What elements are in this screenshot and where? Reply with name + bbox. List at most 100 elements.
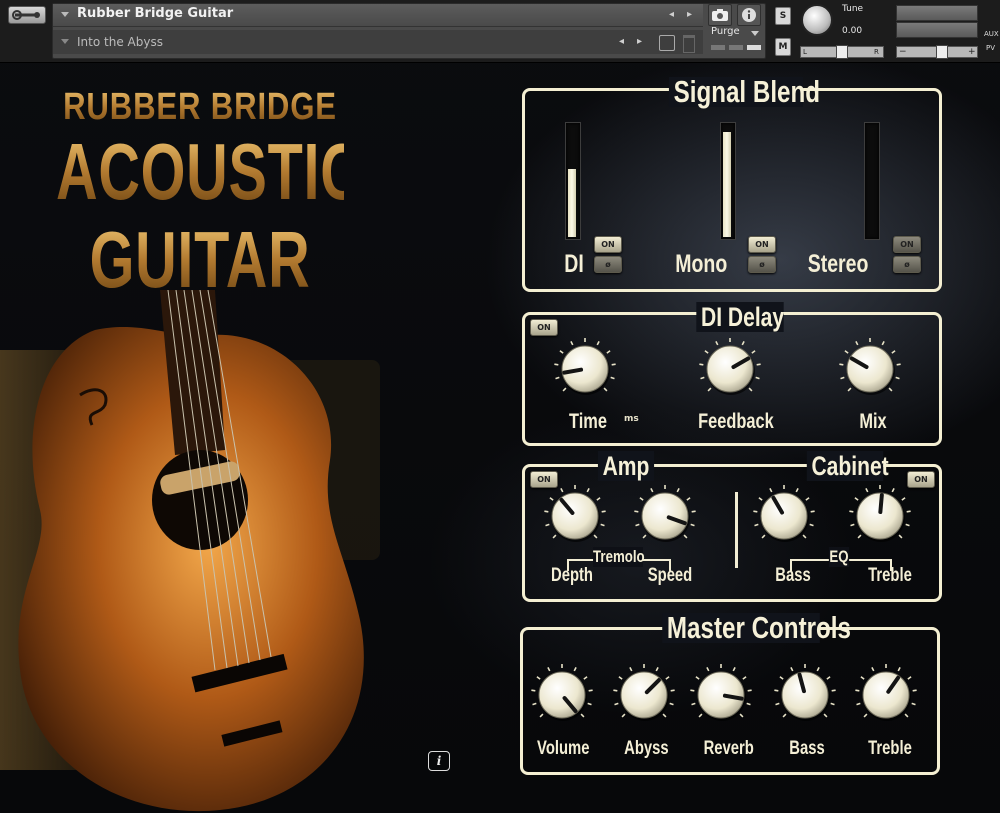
master-reverb-knob[interactable] <box>689 663 753 731</box>
master-volume-knob[interactable] <box>530 663 594 731</box>
knob-graphic <box>774 664 836 721</box>
eq-treble-knob[interactable] <box>848 484 912 552</box>
info-icon[interactable] <box>737 4 761 26</box>
mono-fader-fill <box>723 132 731 237</box>
knob-graphic <box>634 485 696 542</box>
mono-fader[interactable] <box>720 122 736 240</box>
kontakt-header: Rubber Bridge Guitar ◂ ▸ Into the Abyss … <box>0 0 1000 63</box>
prev-instrument-icon[interactable]: ◂ <box>669 9 674 20</box>
pan-left-label: L <box>803 48 807 56</box>
master-treble-label: Treble <box>868 738 912 759</box>
pan-right-label: R <box>874 48 879 56</box>
knob-indicator <box>878 493 884 515</box>
treble-label: Treble <box>868 565 912 586</box>
di-delay-title: DI Delay <box>696 302 784 332</box>
next-preset-icon[interactable]: ▸ <box>637 36 642 47</box>
reverb-label: Reverb <box>703 738 754 759</box>
knob-graphic <box>839 338 901 395</box>
abyss-label: Abyss <box>624 738 669 759</box>
camera-icon[interactable] <box>708 4 732 26</box>
signal-blend-title: Signal Blend <box>668 76 820 107</box>
instrument-name[interactable]: Rubber Bridge Guitar <box>77 6 233 21</box>
tune-label: Tune <box>842 4 864 14</box>
knob-graphic <box>613 664 675 721</box>
purge-meter <box>729 45 743 50</box>
collapse-icon[interactable] <box>61 12 69 17</box>
di-delay-on-button[interactable]: ON <box>530 319 558 336</box>
stereo-fader[interactable] <box>864 122 880 240</box>
feedback-knob[interactable] <box>698 337 762 405</box>
cabinet-title: Cabinet <box>806 451 889 481</box>
knob-graphic <box>699 338 761 395</box>
level-meter-left <box>896 5 978 21</box>
tremolo-speed-knob[interactable] <box>633 484 697 552</box>
di-fader-fill <box>568 169 576 237</box>
tremolo-depth-knob[interactable] <box>543 484 607 552</box>
purge-button[interactable]: Purge <box>711 26 740 37</box>
mute-button[interactable]: M <box>775 38 791 56</box>
amp-title: Amp <box>597 451 655 481</box>
instrument-window: Rubber Bridge Guitar ◂ ▸ Into the Abyss … <box>0 0 1000 813</box>
mix-label: Mix <box>859 410 887 433</box>
knob-graphic <box>554 338 616 395</box>
tremolo-label: Tremolo <box>593 547 645 567</box>
di-on-button[interactable]: ON <box>594 236 622 253</box>
knob-graphic <box>753 485 815 542</box>
di-phase-button[interactable]: ø <box>594 256 622 273</box>
di-label: DI <box>564 250 584 278</box>
stereo-on-button[interactable]: ON <box>893 236 921 253</box>
mix-knob[interactable] <box>838 337 902 405</box>
mono-label: Mono <box>675 250 728 278</box>
volume-handle[interactable] <box>936 45 948 59</box>
preset-name[interactable]: Into the Abyss <box>77 35 163 49</box>
volume-minus-label: − <box>899 47 907 57</box>
knob-graphic <box>544 485 606 542</box>
purge-meter <box>747 45 761 50</box>
master-abyss-knob[interactable] <box>612 663 676 731</box>
logo-line-1: RUBBER BRIDGE <box>36 86 364 129</box>
stereo-phase-button[interactable]: ø <box>893 256 921 273</box>
tune-knob[interactable] <box>801 4 833 36</box>
knob-graphic <box>849 485 911 542</box>
depth-label: Depth <box>551 565 593 586</box>
knob-graphic <box>855 664 917 721</box>
pan-handle[interactable] <box>836 45 848 59</box>
next-instrument-icon[interactable]: ▸ <box>687 9 692 20</box>
master-controls-title: Master Controls <box>662 612 851 643</box>
wrench-icon[interactable] <box>8 6 46 24</box>
volume-label: Volume <box>537 738 590 759</box>
master-treble-knob[interactable] <box>854 663 918 731</box>
instrument-header: Rubber Bridge Guitar ◂ ▸ Into the Abyss … <box>52 3 766 59</box>
stereo-label: Stereo <box>807 250 869 278</box>
master-bass-knob[interactable] <box>773 663 837 731</box>
amp-cabinet-divider <box>735 492 738 568</box>
time-unit-label: ms <box>624 414 639 424</box>
time-knob[interactable] <box>553 337 617 405</box>
purge-menu-icon[interactable] <box>751 31 759 36</box>
volume-plus-label: + <box>968 47 976 57</box>
pv-label[interactable]: PV <box>986 44 995 52</box>
prev-preset-icon[interactable]: ◂ <box>619 36 624 47</box>
preset-menu-icon[interactable] <box>61 39 69 44</box>
delete-icon[interactable] <box>683 35 695 53</box>
mono-on-button[interactable]: ON <box>748 236 776 253</box>
bass-label: Bass <box>775 565 811 586</box>
feedback-label: Feedback <box>698 410 774 433</box>
logo-line-2: ACOUSTIC <box>56 127 363 216</box>
purge-meter <box>711 45 725 50</box>
solo-button[interactable]: S <box>775 7 791 25</box>
save-icon[interactable] <box>659 35 675 51</box>
eq-bass-knob[interactable] <box>752 484 816 552</box>
aux-label[interactable]: AUX <box>984 30 999 38</box>
mono-phase-button[interactable]: ø <box>748 256 776 273</box>
tune-value[interactable]: 0.00 <box>842 26 862 36</box>
di-fader[interactable] <box>565 122 581 240</box>
preset-row: Into the Abyss ◂ ▸ <box>53 30 703 54</box>
knob-graphic <box>690 664 752 721</box>
time-label: Time <box>569 410 607 433</box>
master-bass-label: Bass <box>789 738 825 759</box>
instrument-name-row: Rubber Bridge Guitar ◂ ▸ <box>53 4 703 27</box>
knob-graphic <box>531 664 593 721</box>
info-button[interactable]: i <box>428 751 450 771</box>
eq-label: EQ <box>828 547 850 567</box>
